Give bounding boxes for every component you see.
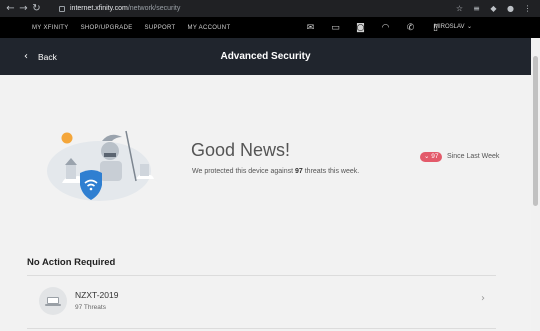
url-host: internet.xfinity.com (70, 5, 128, 12)
wifi-icon[interactable]: ◠ (373, 23, 398, 33)
divider (27, 275, 496, 276)
nav-link-my-xfinity[interactable]: MY XFINITY (32, 25, 69, 31)
address-bar[interactable]: internet.xfinity.com/network/security (59, 2, 451, 15)
star-icon[interactable]: ☆ (451, 4, 468, 13)
summary-description: We protected this device against 97 thre… (192, 168, 360, 175)
browser-toolbar: ← → ↻ internet.xfinity.com/network/secur… (0, 0, 540, 17)
profile-icon[interactable]: ● (502, 4, 519, 13)
nav-link-shop-upgrade[interactable]: SHOP/UPGRADE (81, 25, 133, 31)
playlist-icon[interactable]: ≡ (468, 4, 485, 13)
extension-icon[interactable]: ◆ (485, 4, 502, 13)
lock-icon (59, 5, 65, 12)
device-threats: 97 Threats (75, 304, 106, 311)
chevron-right-icon: › (481, 293, 485, 304)
forward-arrow-icon[interactable]: → (17, 0, 30, 17)
back-arrow-icon[interactable]: ← (4, 0, 17, 17)
url-path: /network/security (127, 5, 181, 12)
laptop-icon (39, 287, 67, 315)
list-item[interactable]: NZXT-2019 97 Threats › (27, 283, 496, 323)
scrollbar-thumb[interactable] (533, 56, 538, 206)
knight-illustration (47, 130, 154, 201)
chevron-down-icon[interactable]: ⌄ (467, 17, 472, 38)
browser-extension-icons: ☆ ≡ ◆ ● ⋮ (451, 4, 536, 13)
threat-change-badge: ⌄ 97 (420, 152, 443, 162)
page-header: ‹ Back Advanced Security (0, 38, 531, 75)
phone-icon[interactable]: ✆ (398, 23, 423, 33)
user-menu-name[interactable]: MIROSLAV (434, 17, 465, 38)
page-scrollbar[interactable] (531, 38, 540, 331)
menu-icon[interactable]: ⋮ (519, 4, 536, 13)
nav-link-support[interactable]: SUPPORT (145, 25, 176, 31)
since-last-week-label: Since Last Week (447, 153, 500, 160)
nav-link-my-account[interactable]: MY ACCOUNT (188, 25, 231, 31)
summary-headline: Good News! (191, 140, 291, 160)
device-name: NZXT-2019 (75, 290, 119, 300)
main-content: Good News! We protected this device agai… (0, 75, 531, 331)
divider (27, 328, 496, 329)
reload-icon[interactable]: ↻ (30, 0, 43, 17)
camera-icon[interactable]: ◙ (348, 23, 373, 33)
site-nav: MY XFINITY SHOP/UPGRADE SUPPORT MY ACCOU… (0, 17, 540, 38)
threat-count: 97 (294, 168, 303, 175)
mail-icon[interactable]: ✉ (298, 23, 323, 33)
page-title: Advanced Security (220, 51, 311, 62)
tv-icon[interactable]: ▭ (323, 23, 348, 33)
section-title: No Action Required (27, 257, 116, 268)
